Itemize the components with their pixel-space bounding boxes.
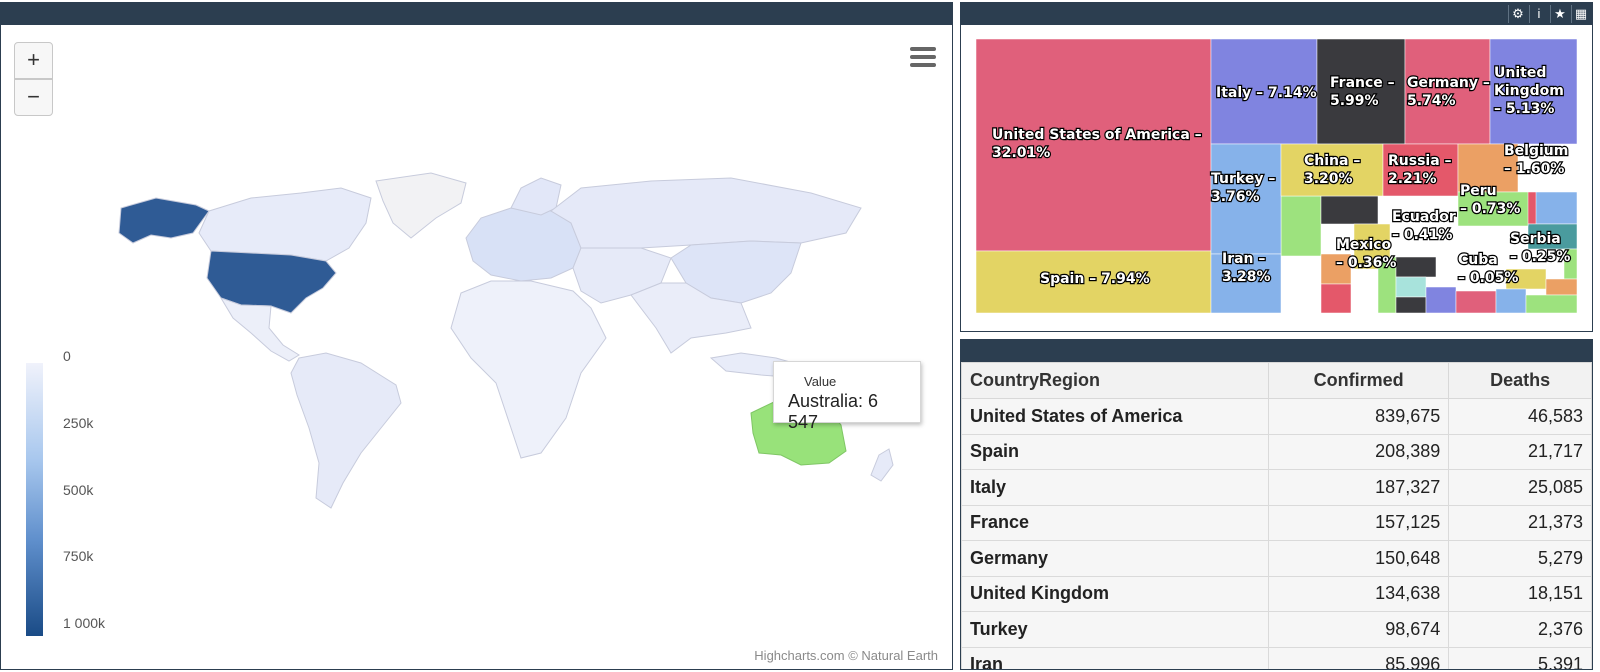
table-panel-header xyxy=(961,340,1592,362)
cell-confirmed: 208,389 xyxy=(1267,433,1450,470)
color-legend-bar xyxy=(26,363,43,636)
tooltip-title: Value xyxy=(804,374,837,389)
map-credits[interactable]: Highcharts.com © Natural Earth xyxy=(754,648,938,663)
cell-country: Turkey xyxy=(961,611,1269,648)
column-header-confirmed[interactable]: Confirmed xyxy=(1267,362,1450,399)
map-region-new-zealand[interactable] xyxy=(870,448,894,482)
cell-confirmed: 150,648 xyxy=(1267,540,1450,577)
panel-toolbar: ⚙ i ★ ▦ xyxy=(1508,5,1590,23)
treemap-label: Ecuador – 0.41% xyxy=(1392,209,1456,243)
cell-confirmed: 187,327 xyxy=(1267,469,1450,506)
table-row[interactable]: France 157,125 21,373 xyxy=(961,504,1592,541)
table-row[interactable]: United States of America 839,675 46,583 xyxy=(961,398,1592,435)
cell-confirmed: 134,638 xyxy=(1267,575,1450,612)
treemap-panel-header: ⚙ i ★ ▦ xyxy=(961,3,1592,25)
cell-deaths: 18,151 xyxy=(1448,575,1592,612)
treemap-tile-minor[interactable] xyxy=(1395,276,1427,298)
treemap-label: Spain – 7.94% xyxy=(1040,271,1150,287)
treemap-panel: ⚙ i ★ ▦ United States of America –32.01%… xyxy=(960,2,1593,332)
zoom-out-button[interactable]: − xyxy=(14,79,53,116)
treemap-tiles: United States of America –32.01%Spain – … xyxy=(976,39,1577,313)
treemap-tile-minor[interactable] xyxy=(1320,283,1352,313)
settings-icon[interactable]: ⚙ xyxy=(1508,5,1527,23)
column-header-country[interactable]: CountryRegion xyxy=(961,362,1269,399)
cell-deaths: 25,085 xyxy=(1448,469,1592,506)
map-region-canada[interactable] xyxy=(198,187,372,262)
cell-country: Italy xyxy=(961,469,1269,506)
table-row[interactable]: United Kingdom 134,638 18,151 xyxy=(961,575,1592,612)
map-region-alaska[interactable] xyxy=(118,197,210,244)
treemap-tile-minor[interactable] xyxy=(1525,294,1577,313)
cell-country: Spain xyxy=(961,433,1269,470)
legend-label: 1 000k xyxy=(63,615,106,631)
legend-label: 500k xyxy=(63,482,94,498)
treemap-tile-minor[interactable] xyxy=(1495,288,1527,313)
map-region-south-america[interactable] xyxy=(290,352,402,509)
treemap-tile-minor[interactable] xyxy=(1425,286,1457,313)
cell-confirmed: 98,674 xyxy=(1267,611,1450,648)
treemap-tile[interactable] xyxy=(1316,39,1406,145)
country-data-table: CountryRegion Confirmed Deaths United St… xyxy=(961,362,1592,669)
treemap-tile[interactable] xyxy=(1382,143,1459,197)
treemap-tile-minor[interactable] xyxy=(1535,191,1577,225)
cell-country: Germany xyxy=(961,540,1269,577)
treemap-tile-minor[interactable] xyxy=(1545,278,1577,296)
map-tooltip: Value Australia: 6 547 xyxy=(773,361,921,432)
table-row[interactable]: Spain 208,389 21,717 xyxy=(961,433,1592,470)
world-map xyxy=(118,172,894,509)
treemap-tile-minor[interactable] xyxy=(1395,296,1427,313)
table-row[interactable]: Iran 85,996 5,391 xyxy=(961,646,1592,669)
treemap-tile[interactable] xyxy=(1404,39,1491,145)
table-icon[interactable]: ▦ xyxy=(1571,5,1590,23)
zoom-in-button[interactable]: + xyxy=(14,42,53,79)
treemap-chart: United States of America –32.01%Spain – … xyxy=(976,39,1577,313)
cell-country: United States of America xyxy=(961,398,1269,435)
cell-deaths: 5,279 xyxy=(1448,540,1592,577)
table-panel: CountryRegion Confirmed Deaths United St… xyxy=(960,339,1593,670)
cell-country: France xyxy=(961,504,1269,541)
column-header-deaths[interactable]: Deaths xyxy=(1448,362,1592,399)
tooltip-value: Australia: 6 547 xyxy=(788,391,879,432)
treemap-tile-minor[interactable] xyxy=(1455,290,1497,313)
cell-confirmed: 839,675 xyxy=(1267,398,1450,435)
legend-label: 250k xyxy=(63,415,94,431)
cell-country: United Kingdom xyxy=(961,575,1269,612)
table-row[interactable]: Germany 150,648 5,279 xyxy=(961,540,1592,577)
table-row[interactable]: Turkey 98,674 2,376 xyxy=(961,611,1592,648)
treemap-tile-minor[interactable] xyxy=(1320,195,1379,225)
treemap-label: Italy – 7.14% xyxy=(1216,85,1317,101)
table-row[interactable]: Italy 187,327 25,085 xyxy=(961,469,1592,506)
map-region-russia[interactable] xyxy=(550,177,862,249)
map-region-greenland[interactable] xyxy=(375,172,467,239)
map-panel-header xyxy=(1,3,952,25)
treemap-tile-minor[interactable] xyxy=(1280,195,1322,257)
legend-label: 0 xyxy=(63,348,71,364)
info-icon[interactable]: i xyxy=(1529,5,1548,23)
cell-deaths: 46,583 xyxy=(1448,398,1592,435)
treemap-tile-minor[interactable] xyxy=(1395,256,1437,278)
cell-country: Iran xyxy=(961,646,1269,669)
cell-deaths: 21,717 xyxy=(1448,433,1592,470)
cell-deaths: 2,376 xyxy=(1448,611,1592,648)
map-panel: + − 0 250k 500k 750k 1 000k Value Austra… xyxy=(0,2,953,670)
treemap-tile[interactable] xyxy=(1280,143,1384,197)
chart-menu-icon[interactable] xyxy=(910,47,936,67)
cell-deaths: 5,391 xyxy=(1448,646,1592,669)
cell-confirmed: 157,125 xyxy=(1267,504,1450,541)
table-header-row: CountryRegion Confirmed Deaths xyxy=(961,362,1592,399)
map-region-africa[interactable] xyxy=(450,280,607,459)
cell-deaths: 21,373 xyxy=(1448,504,1592,541)
star-icon[interactable]: ★ xyxy=(1550,5,1569,23)
legend-label: 750k xyxy=(63,548,94,564)
cell-confirmed: 85,996 xyxy=(1267,646,1450,669)
